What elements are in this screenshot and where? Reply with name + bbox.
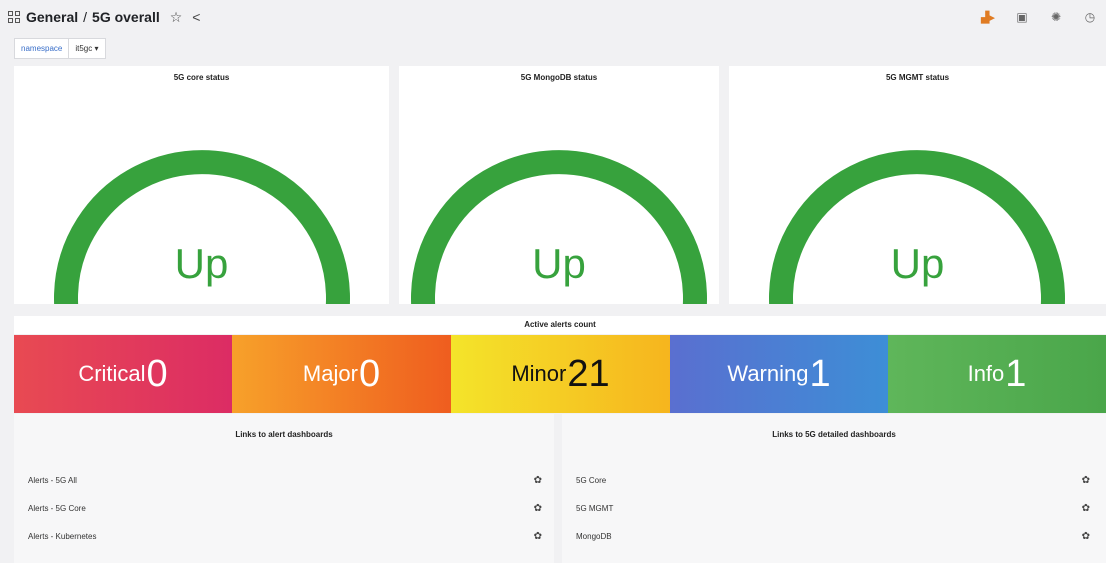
star-icon[interactable]: ✿ — [1082, 503, 1090, 514]
stat-label: Critical — [78, 361, 146, 386]
variable-label: namespace — [14, 38, 70, 59]
list-item[interactable]: Alerts - Kubernetes ✿ — [14, 526, 554, 546]
star-icon[interactable]: ✿ — [534, 503, 542, 514]
stat-minor[interactable]: Minor 21 — [451, 335, 670, 413]
links-panel-title: Links to alert dashboards — [235, 430, 333, 439]
link-label[interactable]: Alerts - 5G Core — [14, 504, 86, 513]
alert-links-panel: Links to alert dashboards Alerts - 5G Al… — [14, 414, 554, 563]
breadcrumb-separator: / — [83, 9, 88, 25]
stat-label: Info — [967, 361, 1005, 386]
variable-namespace: namespace it5gc ▾ — [14, 38, 106, 59]
stat-info[interactable]: Info 1 — [888, 335, 1106, 413]
gauge-value: Up — [174, 240, 229, 287]
stat-value: 21 — [567, 352, 610, 395]
stat-critical[interactable]: Critical 0 — [14, 335, 232, 413]
star-icon[interactable]: ✿ — [534, 475, 542, 486]
top-bar: General / 5G overall ☆ < ▟▸ ▣ ✺ ◷ — [0, 0, 1106, 34]
share-icon[interactable]: < — [192, 9, 200, 25]
dashboards-grid-icon[interactable] — [8, 11, 20, 23]
gauge-panel-mgmt: 5G MGMT status Up — [729, 66, 1106, 304]
stat-value: 0 — [358, 352, 381, 395]
breadcrumb-folder[interactable]: General — [26, 9, 78, 25]
time-picker-clock-icon[interactable]: ◷ — [1078, 6, 1102, 28]
star-icon[interactable]: ☆ — [170, 9, 183, 26]
link-label[interactable]: 5G MGMT — [562, 504, 613, 513]
link-label[interactable]: Alerts - 5G All — [14, 476, 77, 485]
stat-label: Warning — [727, 361, 809, 386]
add-panel-icon[interactable]: ▟▸ — [976, 6, 1000, 28]
breadcrumb: General / 5G overall ☆ < — [0, 9, 200, 26]
star-icon[interactable]: ✿ — [534, 531, 542, 542]
links-panel-title: Links to 5G detailed dashboards — [772, 430, 896, 439]
save-icon[interactable]: ▣ — [1010, 6, 1034, 28]
stat-label: Minor — [511, 361, 567, 386]
link-label[interactable]: Alerts - Kubernetes — [14, 532, 96, 541]
star-icon[interactable]: ✿ — [1082, 531, 1090, 542]
gauge-value: Up — [890, 240, 945, 287]
namespace-select[interactable]: it5gc ▾ — [69, 38, 106, 59]
list-item[interactable]: 5G MGMT ✿ — [562, 498, 1106, 518]
stat-value: 0 — [146, 352, 168, 395]
link-label[interactable]: MongoDB — [562, 532, 612, 541]
star-icon[interactable]: ✿ — [1082, 475, 1090, 486]
breadcrumb-dashboard[interactable]: 5G overall — [92, 9, 160, 25]
dashboard-toolbar: ▟▸ ▣ ✺ ◷ — [976, 6, 1102, 28]
alerts-panel-title: Active alerts count — [14, 316, 1106, 334]
settings-gear-icon[interactable]: ✺ — [1044, 6, 1068, 28]
list-item[interactable]: Alerts - 5G Core ✿ — [14, 498, 554, 518]
list-item[interactable]: Alerts - 5G All ✿ — [14, 470, 554, 490]
gauge-panel-core: 5G core status Up — [14, 66, 389, 304]
detail-links-panel: Links to 5G detailed dashboards 5G Core … — [562, 414, 1106, 563]
stat-warning[interactable]: Warning 1 — [670, 335, 888, 413]
stat-major[interactable]: Major 0 — [232, 335, 451, 413]
stat-label: Major — [302, 361, 358, 386]
list-item[interactable]: MongoDB ✿ — [562, 526, 1106, 546]
gauge-panel-mongodb: 5G MongoDB status Up — [399, 66, 719, 304]
gauge-value: Up — [532, 240, 586, 287]
stat-value: 1 — [809, 352, 831, 395]
link-label[interactable]: 5G Core — [562, 476, 606, 485]
stat-value: 1 — [1005, 352, 1027, 395]
list-item[interactable]: 5G Core ✿ — [562, 470, 1106, 490]
